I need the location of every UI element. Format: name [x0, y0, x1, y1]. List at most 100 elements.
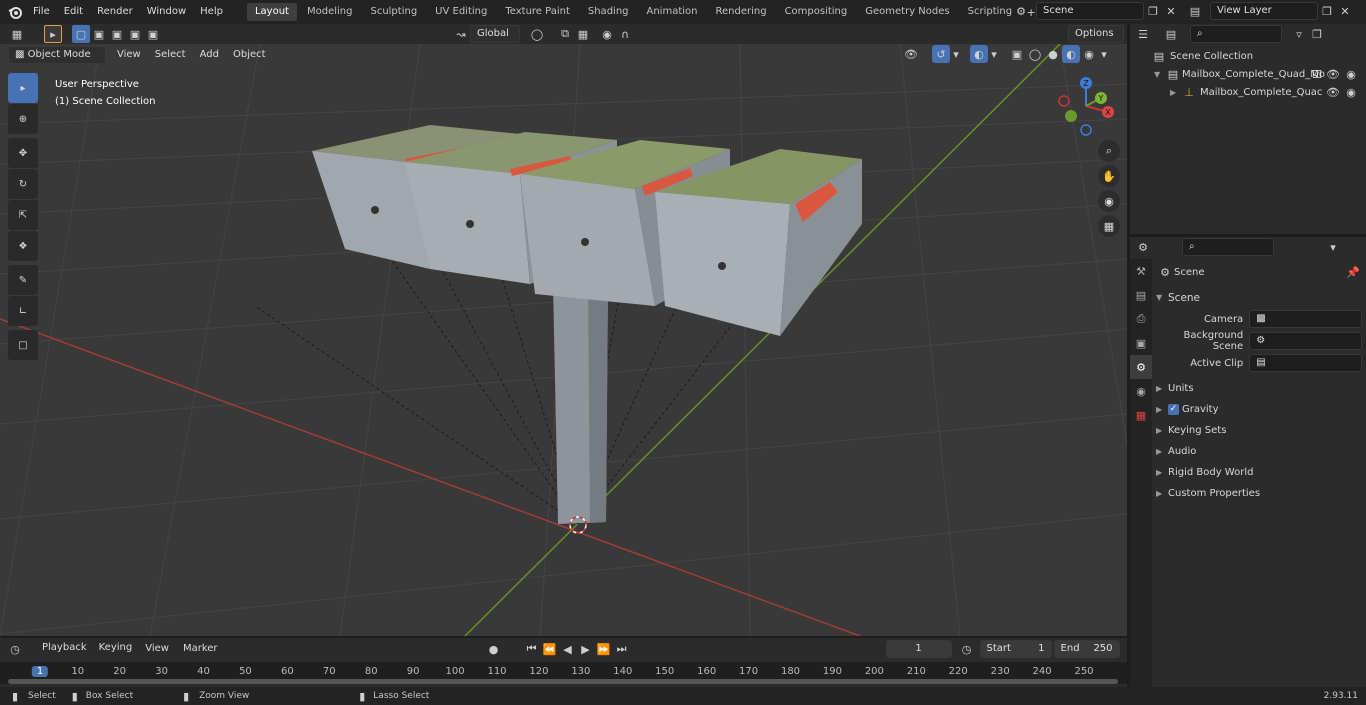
new-scene-icon[interactable]: ❐ — [1144, 2, 1162, 20]
zoom-icon[interactable]: ⌕ — [1098, 140, 1120, 162]
menu-edit[interactable]: Edit — [57, 0, 90, 24]
shading-dropdown-icon[interactable]: ▾ — [1098, 45, 1110, 63]
active-tool-icon[interactable]: ▸ — [44, 25, 62, 43]
expand-collection-icon[interactable]: ▼ — [1154, 70, 1166, 79]
tab-scripting[interactable]: Scripting — [960, 3, 1020, 21]
view-layer-tab-icon[interactable]: ▣ — [1130, 331, 1152, 355]
view-layer-icon[interactable]: ▤ — [1186, 2, 1204, 20]
tab-texture-paint[interactable]: Texture Paint — [497, 3, 578, 21]
properties-options-icon[interactable]: ▾ — [1324, 238, 1342, 256]
viewport-menu-view[interactable]: View — [110, 45, 148, 65]
timeline-editor-type-icon[interactable]: ◷ — [6, 640, 24, 658]
scene-section-header[interactable]: ▼ Scene — [1156, 287, 1362, 308]
timeline-scrollbar[interactable] — [8, 679, 1118, 684]
ortho-grid-icon[interactable]: ▦ — [1098, 215, 1120, 237]
rendered-shading-icon[interactable]: ◉ — [1080, 45, 1098, 63]
view-layer-field[interactable]: View Layer — [1210, 2, 1318, 20]
jump-keyframe-back-icon[interactable]: ⏪ — [541, 640, 559, 658]
snap-target-icon[interactable]: ▦ — [574, 25, 592, 43]
move-tool-icon[interactable]: ✥ — [8, 138, 38, 168]
keying-menu[interactable]: Keying — [93, 640, 139, 658]
tab-geometry-nodes[interactable]: Geometry Nodes — [857, 3, 957, 21]
camera-field[interactable]: ▩ — [1249, 310, 1362, 328]
jump-keyframe-forward-icon[interactable]: ⏩ — [595, 640, 613, 658]
visibility-eye-icon[interactable]: 👁 — [1324, 65, 1342, 83]
output-tab-icon[interactable]: ⎙ — [1130, 307, 1152, 331]
properties-editor-type-icon[interactable]: ⚙ — [1134, 238, 1152, 256]
select-invert-icon[interactable]: ▣ — [126, 25, 144, 43]
viewport-menu-add[interactable]: Add — [193, 45, 226, 65]
xray-toggle-icon[interactable]: ▣ — [1008, 45, 1026, 63]
object-render-camera-icon[interactable]: ◉ — [1342, 83, 1360, 101]
tool-tab-icon[interactable]: ⚒ — [1130, 259, 1152, 283]
current-frame-field[interactable]: 1 — [885, 640, 952, 658]
editor-type-icon[interactable]: ▦ — [8, 25, 26, 43]
play-reverse-icon[interactable]: ◀ — [559, 640, 577, 658]
expand-object-icon[interactable]: ▶ — [1170, 88, 1182, 97]
wireframe-shading-icon[interactable]: ◯ — [1026, 45, 1044, 63]
gizmo-toggle-icon[interactable]: ↺ — [932, 45, 950, 63]
jump-start-icon[interactable]: ⏮ — [523, 640, 541, 658]
proportional-edit-icon[interactable]: ◉ — [598, 25, 616, 43]
menu-window[interactable]: Window — [140, 0, 193, 24]
viewport-menu-select[interactable]: Select — [148, 45, 193, 65]
overlays-dropdown-icon[interactable]: ▾ — [988, 45, 1000, 63]
active-clip-field[interactable]: ▤ — [1249, 354, 1362, 372]
camera-view-icon[interactable]: ◉ — [1098, 190, 1120, 212]
outliner-row-scene-collection[interactable]: ▤ Scene Collection — [1130, 47, 1366, 65]
tab-animation[interactable]: Animation — [639, 3, 706, 21]
rotate-tool-icon[interactable]: ↻ — [8, 169, 38, 199]
menu-file[interactable]: File — [26, 0, 57, 24]
outliner-row-collection[interactable]: ▼ ▤ Mailbox_Complete_Quad_Mo ☑ 👁 ◉ — [1130, 65, 1366, 83]
audio-panel[interactable]: ▶ Audio — [1156, 441, 1362, 462]
cursor-tool-icon[interactable]: ⊕ — [8, 104, 38, 134]
navigation-gizmo[interactable]: Z X Y — [1056, 76, 1116, 136]
gravity-panel[interactable]: ▶ ✓ Gravity — [1156, 399, 1362, 420]
keying-sets-panel[interactable]: ▶ Keying Sets — [1156, 420, 1362, 441]
transform-tool-icon[interactable]: ❖ — [8, 231, 38, 261]
tab-layout[interactable]: Layout — [246, 3, 297, 21]
scene-tab-icon[interactable]: ⚙ — [1130, 355, 1152, 379]
options-dropdown[interactable]: Options — [1068, 25, 1124, 43]
scale-tool-icon[interactable]: ⇱ — [8, 200, 38, 230]
properties-search-input[interactable]: ⌕ — [1182, 238, 1274, 256]
outliner-search-input[interactable]: ⌕ — [1190, 25, 1282, 43]
select-extend-icon[interactable]: ▣ — [90, 25, 108, 43]
pivot-icon[interactable]: ◯ — [528, 25, 546, 43]
play-icon[interactable]: ▶ — [577, 640, 595, 658]
new-view-layer-icon[interactable]: ❐ — [1318, 2, 1336, 20]
menu-help[interactable]: Help — [193, 0, 230, 24]
tab-compositing[interactable]: Compositing — [777, 3, 856, 21]
units-panel[interactable]: ▶ Units — [1156, 378, 1362, 399]
display-mode-icon[interactable]: ▤ — [1162, 25, 1180, 43]
delete-scene-icon[interactable]: ✕ — [1162, 2, 1180, 20]
outliner-editor-type-icon[interactable]: ☰ — [1134, 25, 1152, 43]
falloff-icon[interactable]: ∩ — [616, 25, 634, 43]
select-subtract-icon[interactable]: ▣ — [108, 25, 126, 43]
add-cube-tool-icon[interactable]: □ — [8, 330, 38, 360]
jump-end-icon[interactable]: ⏭ — [613, 640, 631, 658]
playback-menu[interactable]: Playback — [36, 640, 93, 658]
end-frame-field[interactable]: End 250 — [1053, 640, 1120, 658]
object-visibility-eye-icon[interactable]: 👁 — [1324, 83, 1342, 101]
rigid-body-world-panel[interactable]: ▶ Rigid Body World — [1156, 462, 1362, 483]
select-box-tool-icon[interactable]: ▸ — [8, 73, 38, 103]
menu-render[interactable]: Render — [90, 0, 140, 24]
blender-logo-icon[interactable] — [4, 3, 26, 21]
new-collection-icon[interactable]: ❐ — [1308, 25, 1326, 43]
filter-icon[interactable]: ▿ — [1290, 25, 1308, 43]
scene-icon[interactable]: ⚙ — [1012, 2, 1030, 20]
outliner-row-object[interactable]: ▶ ⊥ Mailbox_Complete_Quac 👁 ◉ — [1130, 83, 1366, 101]
preview-range-icon[interactable]: ◷ — [958, 640, 976, 658]
world-tab-icon[interactable]: ◉ — [1130, 379, 1152, 403]
start-frame-field[interactable]: Start 1 — [979, 640, 1052, 658]
gizmo-dropdown-icon[interactable]: ▾ — [950, 45, 962, 63]
material-shading-icon[interactable]: ◐ — [1062, 45, 1080, 63]
timeline-view-menu[interactable]: View — [138, 638, 176, 660]
snap-icon[interactable]: ⧉ — [556, 25, 574, 43]
tab-rendering[interactable]: Rendering — [707, 3, 774, 21]
orientation-icon[interactable]: ↝ — [452, 25, 470, 43]
pan-hand-icon[interactable]: ✋ — [1098, 165, 1120, 187]
record-icon[interactable]: ● — [485, 640, 503, 658]
object-mode-dropdown[interactable]: ▩ Object Mode — [8, 45, 106, 64]
